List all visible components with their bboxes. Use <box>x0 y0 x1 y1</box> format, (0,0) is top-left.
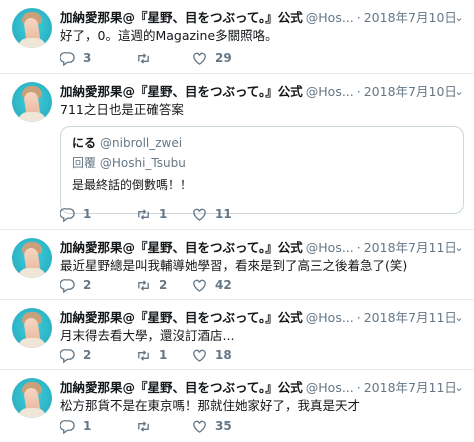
reply-count: 2 <box>83 278 92 292</box>
quoted-tweet[interactable]: にる @nibroll_zwei 回覆 @Hoshi_Tsubu 是最終話的倒數嗎… <box>60 126 464 214</box>
tweet-date[interactable]: 2018年7月10日 <box>364 84 457 99</box>
retweet-button[interactable]: 1 <box>136 346 167 364</box>
reply-button[interactable]: 1 <box>60 417 91 435</box>
quoted-author-name: にる <box>72 136 97 150</box>
retweet-count: 1 <box>159 348 168 362</box>
retweet-button[interactable]: 1 <box>136 205 167 223</box>
author-name[interactable]: 加納愛那果@『星野、目をつぶって。』公式 <box>60 10 303 25</box>
like-count: 42 <box>215 278 232 292</box>
like-button[interactable]: 35 <box>192 417 232 435</box>
heart-icon <box>193 420 206 433</box>
like-count: 29 <box>215 51 232 65</box>
tweet-actions: 1 35 <box>60 417 360 435</box>
author-name[interactable]: 加納愛那果@『星野、目をつぶって。』公式 <box>60 240 303 255</box>
reply-count: 1 <box>83 419 92 433</box>
author-name[interactable]: 加納愛那果@『星野、目をつぶって。』公式 <box>60 84 303 99</box>
like-button[interactable]: 29 <box>192 49 232 67</box>
author-handle[interactable]: @Hos... <box>306 310 354 325</box>
author-name[interactable]: 加納愛那果@『星野、目をつぶって。』公式 <box>60 380 303 395</box>
tweet[interactable]: 加納愛那果@『星野、目をつぶって。』公式 @Hos... · 2018年7月11日 ⌄… <box>0 300 474 370</box>
retweet-count: 1 <box>159 207 168 221</box>
tweet[interactable]: 加納愛那果@『星野、目をつぶって。』公式 @Hos... · 2018年7月11日 ⌄… <box>0 230 474 300</box>
avatar[interactable] <box>12 378 52 418</box>
tweet-date[interactable]: 2018年7月11日 <box>364 240 457 255</box>
retweet-icon <box>138 208 149 220</box>
separator-dot: · <box>356 10 361 25</box>
tweet-header: 加納愛那果@『星野、目をつぶって。』公式 @Hos... · 2018年7月10日 ⌄ <box>60 9 466 27</box>
heart-icon <box>193 52 206 65</box>
author-name[interactable]: 加納愛那果@『星野、目をつぶって。』公式 <box>60 310 303 325</box>
tweet-header: 加納愛那果@『星野、目をつぶって。』公式 @Hos... · 2018年7月10日 ⌄ <box>60 83 466 101</box>
quoted-author-handle: @nibroll_zwei <box>100 136 183 150</box>
like-button[interactable]: 11 <box>192 205 232 223</box>
tweet[interactable]: 加納愛那果@『星野、目をつぶって。』公式 @Hos... · 2018年7月11日 ⌄… <box>0 370 474 442</box>
tweet-date[interactable]: 2018年7月10日 <box>364 10 457 25</box>
reply-icon <box>60 207 75 222</box>
avatar[interactable] <box>12 238 52 278</box>
reply-count: 2 <box>83 348 92 362</box>
like-button[interactable]: 42 <box>192 276 232 294</box>
tweet-text: 最近星野總是叫我輔導她學習，看來是到了高三之後着急了(笑) <box>60 258 408 273</box>
separator-dot: · <box>356 380 361 395</box>
author-handle[interactable]: @Hos... <box>306 240 354 255</box>
author-handle[interactable]: @Hos... <box>306 10 354 25</box>
retweet-icon <box>138 52 149 64</box>
reply-icon <box>60 348 75 363</box>
tweet-actions: 2 1 18 <box>60 346 360 364</box>
reply-button[interactable]: 3 <box>60 49 91 67</box>
avatar[interactable] <box>12 82 52 122</box>
retweet-button[interactable] <box>136 417 159 435</box>
like-button[interactable]: 18 <box>192 346 232 364</box>
retweet-icon <box>138 349 149 361</box>
tweet-actions: 2 2 42 <box>60 276 360 294</box>
reply-icon <box>60 51 75 66</box>
tweet-date[interactable]: 2018年7月11日 <box>364 310 457 325</box>
chevron-down-icon[interactable]: ⌄ <box>452 379 466 397</box>
quoted-tweet-text: 是最終話的倒數嗎！！ <box>72 178 193 192</box>
quoted-reply-to[interactable]: @Hoshi_Tsubu <box>100 156 186 170</box>
tweet-text: 711之日也是正確答案 <box>60 102 184 117</box>
heart-icon <box>193 349 206 362</box>
like-count: 11 <box>215 207 232 221</box>
tweet-text: 松方那貨不是在東京嗎！那就住她家好了，我真是天才 <box>60 398 361 413</box>
reply-icon <box>60 278 75 293</box>
author-handle[interactable]: @Hos... <box>306 380 354 395</box>
tweet-actions: 3 29 <box>60 49 360 67</box>
retweet-count: 2 <box>159 278 168 292</box>
chevron-down-icon[interactable]: ⌄ <box>452 83 466 101</box>
chevron-down-icon[interactable]: ⌄ <box>452 239 466 257</box>
like-count: 35 <box>215 419 232 433</box>
like-count: 18 <box>215 348 232 362</box>
retweet-icon <box>138 279 149 291</box>
separator-dot: · <box>356 310 361 325</box>
tweet-text: 好了，0。這週的Magazine多關照咯。 <box>60 28 278 43</box>
tweet-header: 加納愛那果@『星野、目をつぶって。』公式 @Hos... · 2018年7月11日 ⌄ <box>60 239 466 257</box>
chevron-down-icon[interactable]: ⌄ <box>452 9 466 27</box>
retweet-button[interactable] <box>136 49 159 67</box>
retweet-button[interactable]: 2 <box>136 276 167 294</box>
separator-dot: · <box>356 84 361 99</box>
quoted-reply-prefix: 回覆 <box>72 156 97 170</box>
reply-button[interactable]: 1 <box>60 205 91 223</box>
tweet-header: 加納愛那果@『星野、目をつぶって。』公式 @Hos... · 2018年7月11日 ⌄ <box>60 379 466 397</box>
reply-count: 1 <box>83 207 92 221</box>
tweet-date[interactable]: 2018年7月11日 <box>364 380 457 395</box>
tweet-actions: 1 1 11 <box>60 205 360 223</box>
reply-icon <box>60 419 75 434</box>
tweet[interactable]: 加納愛那果@『星野、目をつぶって。』公式 @Hos... · 2018年7月10日 ⌄… <box>0 74 474 230</box>
reply-count: 3 <box>83 51 92 65</box>
separator-dot: · <box>356 240 361 255</box>
avatar[interactable] <box>12 8 52 48</box>
retweet-icon <box>138 420 149 432</box>
heart-icon <box>193 208 206 221</box>
tweet[interactable]: 加納愛那果@『星野、目をつぶって。』公式 @Hos... · 2018年7月10日 ⌄… <box>0 0 474 74</box>
reply-button[interactable]: 2 <box>60 346 91 364</box>
tweet-header: 加納愛那果@『星野、目をつぶって。』公式 @Hos... · 2018年7月11日 ⌄ <box>60 309 466 327</box>
reply-button[interactable]: 2 <box>60 276 91 294</box>
author-handle[interactable]: @Hos... <box>306 84 354 99</box>
tweet-text: 月末得去看大學，還沒訂酒店... <box>60 328 235 343</box>
chevron-down-icon[interactable]: ⌄ <box>452 309 466 327</box>
heart-icon <box>193 279 206 292</box>
avatar[interactable] <box>12 308 52 348</box>
